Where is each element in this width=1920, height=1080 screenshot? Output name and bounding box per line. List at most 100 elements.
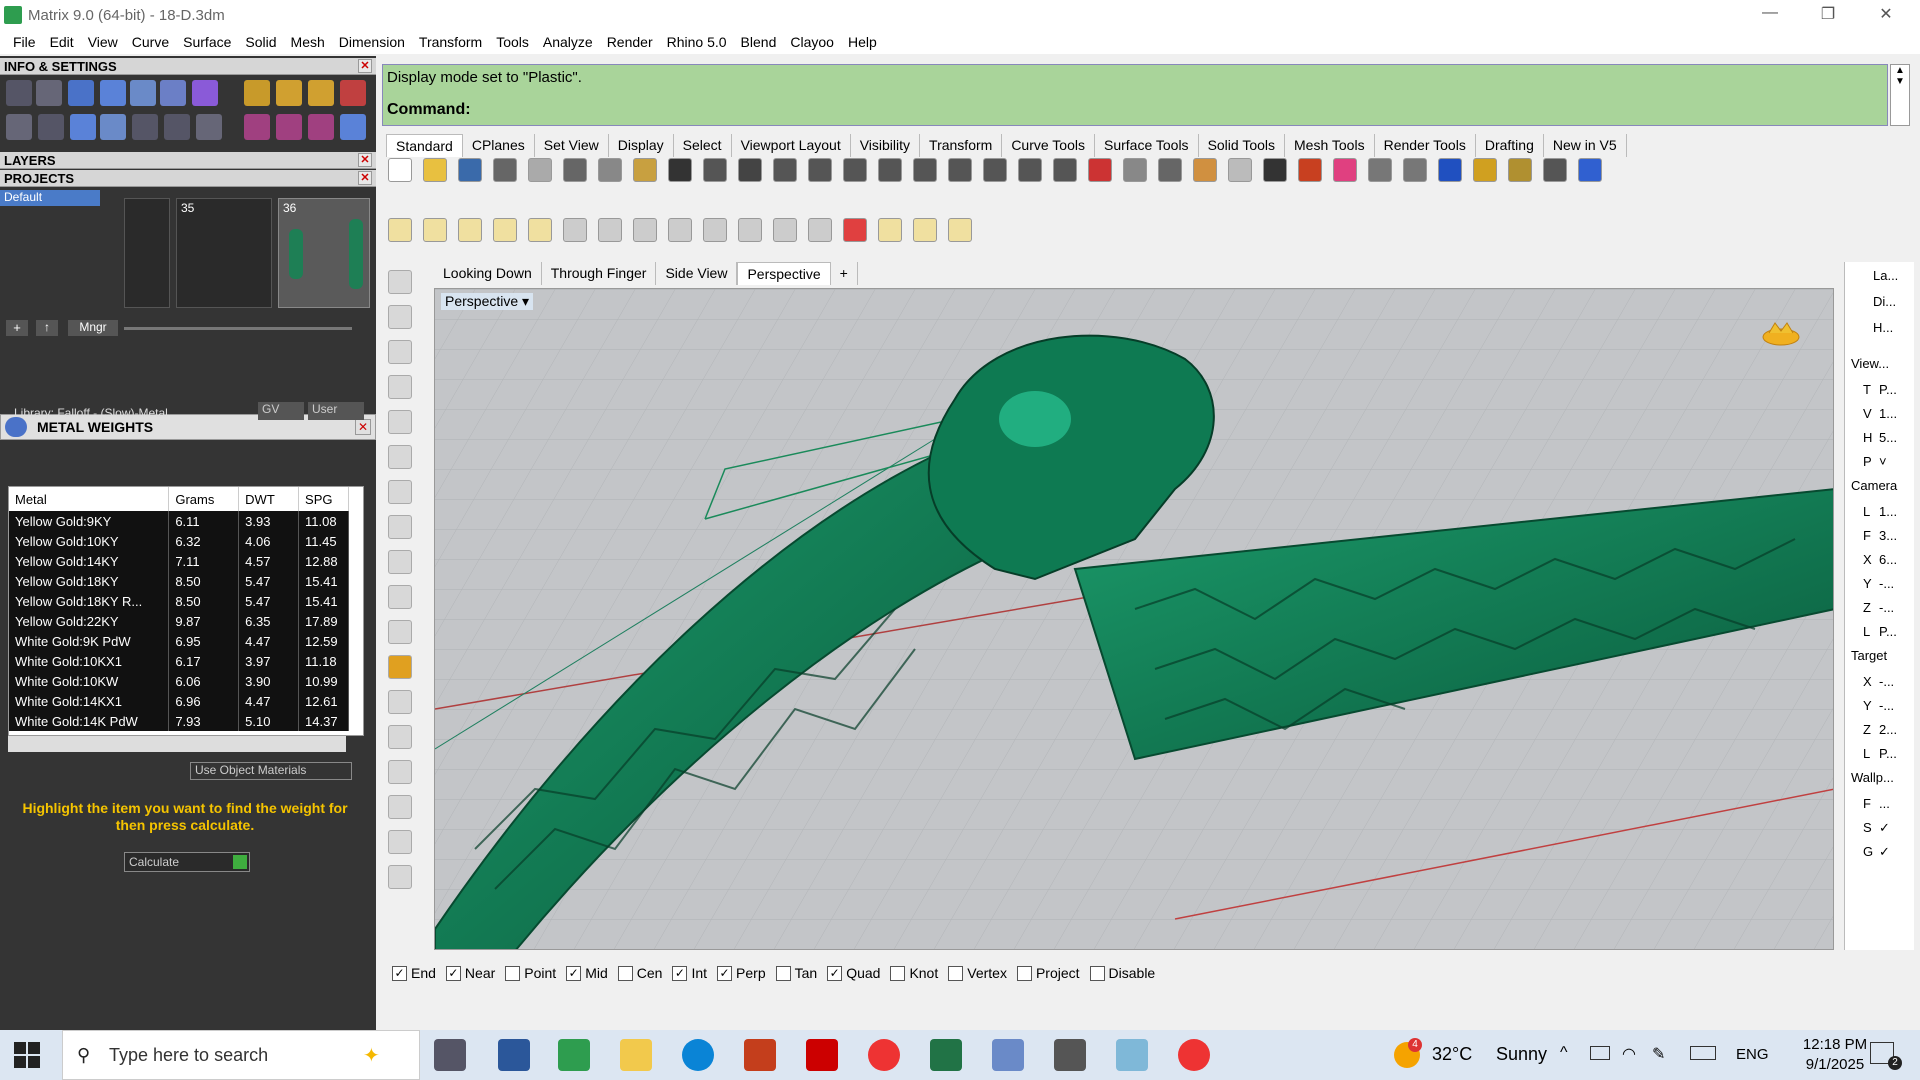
- property-value[interactable]: P...: [1879, 746, 1909, 761]
- render-icon[interactable]: [1298, 158, 1322, 182]
- osnap-checkbox[interactable]: [1089, 965, 1105, 981]
- close-icon[interactable]: ✕: [355, 419, 371, 435]
- layout-icon[interactable]: [1053, 158, 1077, 182]
- osnap-checkbox[interactable]: ✓: [827, 965, 843, 981]
- property-value[interactable]: 2...: [1879, 722, 1909, 737]
- dimension-tool-icon[interactable]: [388, 550, 412, 574]
- zoom-slider[interactable]: [124, 327, 352, 330]
- table-row[interactable]: White Gold:14K PdW 7.93 5.10 14.37: [9, 711, 349, 731]
- col-metal[interactable]: Metal: [9, 487, 170, 511]
- tab-through-finger[interactable]: Through Finger: [542, 262, 657, 285]
- word-icon[interactable]: [498, 1039, 530, 1071]
- ruler-tool-icon[interactable]: [388, 585, 412, 609]
- bulb-icon[interactable]: [423, 218, 447, 242]
- edge-icon[interactable]: [682, 1039, 714, 1071]
- tab-visibility[interactable]: Visibility: [851, 134, 921, 157]
- wifi-icon[interactable]: ◠: [1622, 1044, 1636, 1064]
- gv-toggle[interactable]: GV: [258, 402, 304, 420]
- clock-time[interactable]: 12:18 PM: [1800, 1036, 1870, 1053]
- right-panel-tab[interactable]: La...: [1845, 268, 1915, 283]
- col-dwt[interactable]: DWT: [238, 487, 300, 511]
- four-view-icon[interactable]: [948, 158, 972, 182]
- menu-mesh[interactable]: Mesh: [284, 34, 332, 50]
- minimize-button[interactable]: —: [1750, 4, 1790, 22]
- tab-solid-tools[interactable]: Solid Tools: [1199, 134, 1286, 157]
- tab-standard[interactable]: Standard: [386, 134, 463, 157]
- tab-display[interactable]: Display: [609, 134, 674, 157]
- snip-tool-icon[interactable]: [1054, 1039, 1086, 1071]
- surface-tool-icon[interactable]: [388, 515, 412, 539]
- menu-surface[interactable]: Surface: [176, 34, 238, 50]
- tab-transform[interactable]: Transform: [920, 134, 1003, 157]
- add-viewport-button[interactable]: +: [831, 262, 858, 285]
- search-box[interactable]: ⚲ Type here to search ✦: [62, 1030, 420, 1080]
- property-value[interactable]: 6...: [1879, 552, 1909, 567]
- monitor-app-icon[interactable]: [992, 1039, 1024, 1071]
- table-row[interactable]: White Gold:10KW 6.06 3.90 10.99: [9, 671, 349, 691]
- right-panel-tab[interactable]: H...: [1845, 320, 1915, 335]
- filter-icon[interactable]: [132, 114, 158, 140]
- frame2-icon[interactable]: [308, 80, 334, 106]
- zoom-extents-icon[interactable]: [843, 158, 867, 182]
- color-icon[interactable]: [1333, 158, 1357, 182]
- rectangle-tool-icon[interactable]: [388, 375, 412, 399]
- tab-select[interactable]: Select: [674, 134, 732, 157]
- edit-icon[interactable]: [160, 80, 186, 106]
- user-toggle[interactable]: User: [308, 402, 364, 420]
- use-object-materials-button[interactable]: Use Object Materials: [190, 762, 352, 780]
- metal-weights-table[interactable]: Metal Grams DWT SPG Yellow Gold:9KY 6.11 3…: [8, 486, 364, 736]
- property-value[interactable]: 3...: [1879, 528, 1909, 543]
- property-value[interactable]: P...: [1879, 382, 1909, 397]
- battery-icon[interactable]: [1590, 1046, 1610, 1060]
- table-row[interactable]: Yellow Gold:9KY 6.11 3.93 11.08: [9, 511, 349, 531]
- osnap-checkbox[interactable]: [617, 965, 633, 981]
- menu-analyze[interactable]: Analyze: [536, 34, 600, 50]
- calculate-button[interactable]: Calculate: [124, 852, 250, 872]
- add-project-button[interactable]: +: [6, 320, 28, 336]
- setting-icon[interactable]: [276, 114, 302, 140]
- tab-cplanes[interactable]: CPlanes: [463, 134, 535, 157]
- horizontal-scrollbar[interactable]: [8, 736, 346, 752]
- settings-icon[interactable]: [6, 80, 32, 106]
- copy-icon[interactable]: [598, 158, 622, 182]
- print-icon[interactable]: [493, 158, 517, 182]
- table-row[interactable]: Yellow Gold:18KY 8.50 5.47 15.41: [9, 571, 349, 591]
- rotate-icon[interactable]: [913, 158, 937, 182]
- bulb-off-icon[interactable]: [388, 218, 412, 242]
- ring-icon[interactable]: [244, 114, 270, 140]
- osnap-checkbox[interactable]: ✓: [717, 965, 733, 981]
- osnap-checkbox[interactable]: ✓: [445, 965, 461, 981]
- gear-icon[interactable]: [1508, 158, 1532, 182]
- menu-rhino5[interactable]: Rhino 5.0: [660, 34, 734, 50]
- property-value[interactable]: 1...: [1879, 504, 1909, 519]
- powerpoint-icon[interactable]: [744, 1039, 776, 1071]
- menu-blend[interactable]: Blend: [734, 34, 784, 50]
- menu-transform[interactable]: Transform: [412, 34, 489, 50]
- fill-tool-icon[interactable]: [388, 865, 412, 889]
- help-icon[interactable]: [1578, 158, 1602, 182]
- open-icon[interactable]: [423, 158, 447, 182]
- lock-layer-icon[interactable]: [703, 218, 727, 242]
- property-value[interactable]: ˅: [1879, 454, 1909, 469]
- menu-dimension[interactable]: Dimension: [332, 34, 412, 50]
- menu-tools[interactable]: Tools: [489, 34, 536, 50]
- table-row[interactable]: Yellow Gold:14KY 7.11 4.57 12.88: [9, 551, 349, 571]
- tab-viewport-layout[interactable]: Viewport Layout: [732, 134, 851, 157]
- gem-a-icon[interactable]: [878, 218, 902, 242]
- file-explorer-icon[interactable]: [620, 1039, 652, 1071]
- tab-new-in-v5[interactable]: New in V5: [1544, 134, 1627, 157]
- tab-drafting[interactable]: Drafting: [1476, 134, 1544, 157]
- arc-tool-icon[interactable]: [388, 410, 412, 434]
- close-icon[interactable]: ✕: [358, 171, 372, 185]
- curve-tool-icon[interactable]: [388, 445, 412, 469]
- point-tool-icon[interactable]: [388, 270, 412, 294]
- gem-setting-icon[interactable]: [340, 114, 366, 140]
- viewport-canvas[interactable]: [435, 289, 1834, 950]
- menu-file[interactable]: File: [6, 34, 43, 50]
- property-value[interactable]: ...: [1879, 796, 1909, 811]
- table-row[interactable]: Yellow Gold:18KY R... 8.50 5.47 15.41: [9, 591, 349, 611]
- menu-help[interactable]: Help: [841, 34, 884, 50]
- new-icon[interactable]: [388, 158, 412, 182]
- viewport-label[interactable]: Perspective ▾: [441, 293, 534, 310]
- point-icon[interactable]: [1158, 158, 1182, 182]
